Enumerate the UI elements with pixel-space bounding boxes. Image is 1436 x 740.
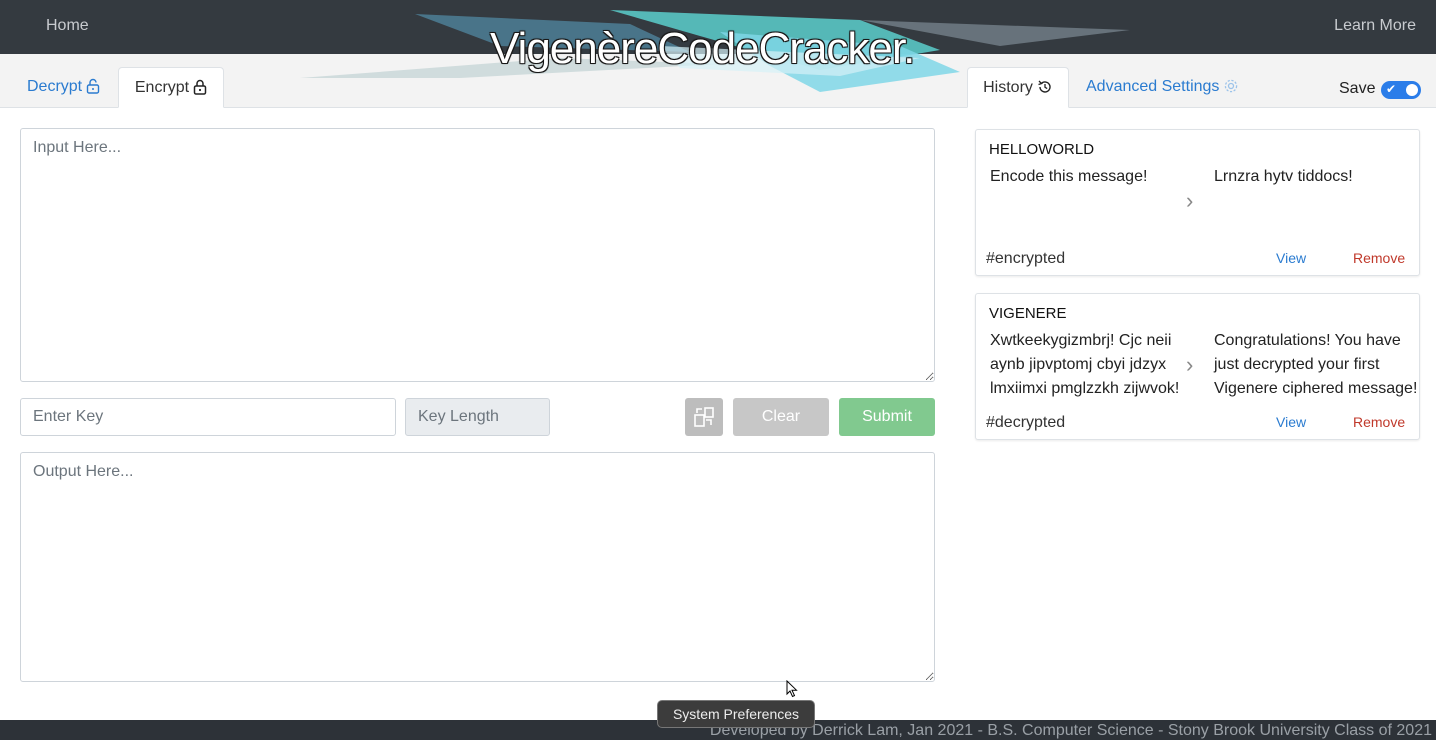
clear-button[interactable]: Clear (733, 398, 829, 436)
history-card: HELLOWORLD Encode this message! › Lrnzra… (975, 129, 1420, 276)
history-remove-link[interactable]: Remove (1353, 250, 1405, 266)
history-view-link[interactable]: View (1276, 250, 1306, 266)
history-key: VIGENERE (989, 305, 1067, 322)
tab-advanced-settings[interactable]: Advanced Settings (1086, 67, 1239, 108)
chevron-right-icon: › (1186, 352, 1194, 377)
tab-history[interactable]: History (967, 67, 1069, 108)
chevron-right-icon: › (1186, 188, 1194, 213)
toggle-knob (1406, 84, 1418, 96)
gear-icon (1225, 79, 1238, 93)
tab-decrypt[interactable]: Decrypt (27, 67, 100, 108)
history-card: VIGENERE Xwtkeekygizmbrj! Cjc neii aynb … (975, 293, 1420, 440)
system-preferences-tooltip: System Preferences (657, 700, 815, 728)
save-label: Save (1339, 80, 1376, 97)
key-length-input[interactable] (405, 398, 550, 436)
history-remove-link[interactable]: Remove (1353, 414, 1405, 430)
history-input-text: Encode this message! (990, 168, 1148, 185)
history-tag: #decrypted (986, 414, 1066, 431)
tab-encrypt-label: Encrypt (134, 79, 190, 96)
unlock-icon (86, 78, 100, 94)
history-output-text: Congratulations! You have just decrypted… (1214, 332, 1418, 397)
history-input-text: Xwtkeekygizmbrj! Cjc neii aynb jipvptomj… (990, 332, 1180, 397)
history-view-link[interactable]: View (1276, 414, 1306, 430)
footer-text: Developed by Derrick Lam, Jan 2021 - B.S… (709, 722, 1432, 739)
nav-home-link[interactable]: Home (46, 17, 89, 35)
tab-advanced-label: Advanced Settings (1086, 78, 1220, 95)
swap-icon (694, 407, 714, 427)
save-toggle[interactable]: ✔ (1381, 81, 1421, 99)
key-input[interactable] (20, 398, 396, 436)
check-icon: ✔ (1386, 82, 1397, 96)
lock-icon (193, 79, 207, 95)
input-textarea[interactable] (20, 128, 935, 382)
logo-title: VigenèreCodeCracker. (490, 24, 915, 73)
tab-encrypt[interactable]: Encrypt (118, 67, 224, 108)
nav-learn-more-link[interactable]: Learn More (1334, 17, 1416, 35)
history-key: HELLOWORLD (989, 141, 1095, 158)
history-tag: #encrypted (986, 250, 1066, 267)
history-output-text: Lrnzra hytv tiddocs! (1214, 168, 1353, 185)
history-icon (1038, 80, 1051, 93)
output-textarea[interactable] (20, 452, 935, 682)
tab-decrypt-label: Decrypt (27, 78, 83, 95)
submit-button[interactable]: Submit (839, 398, 935, 436)
swap-button[interactable] (685, 398, 723, 436)
tab-history-label: History (983, 79, 1033, 96)
mouse-cursor-icon (786, 680, 798, 698)
